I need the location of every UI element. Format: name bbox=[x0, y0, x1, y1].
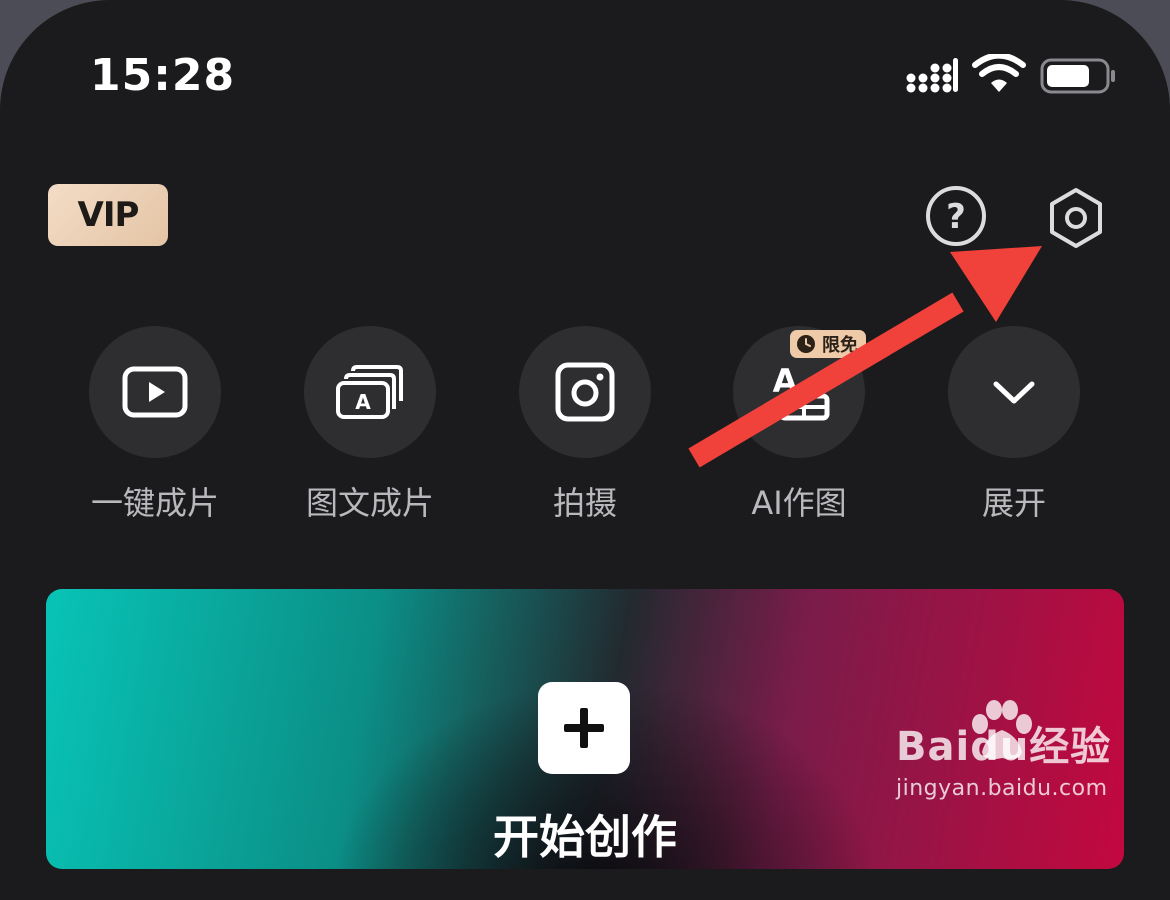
watermark: Baidu经验 jingyan.baidu.com bbox=[896, 698, 1111, 801]
watermark-brand: Baidu经验 bbox=[896, 724, 1112, 770]
watermark-url: jingyan.baidu.com bbox=[896, 776, 1108, 801]
